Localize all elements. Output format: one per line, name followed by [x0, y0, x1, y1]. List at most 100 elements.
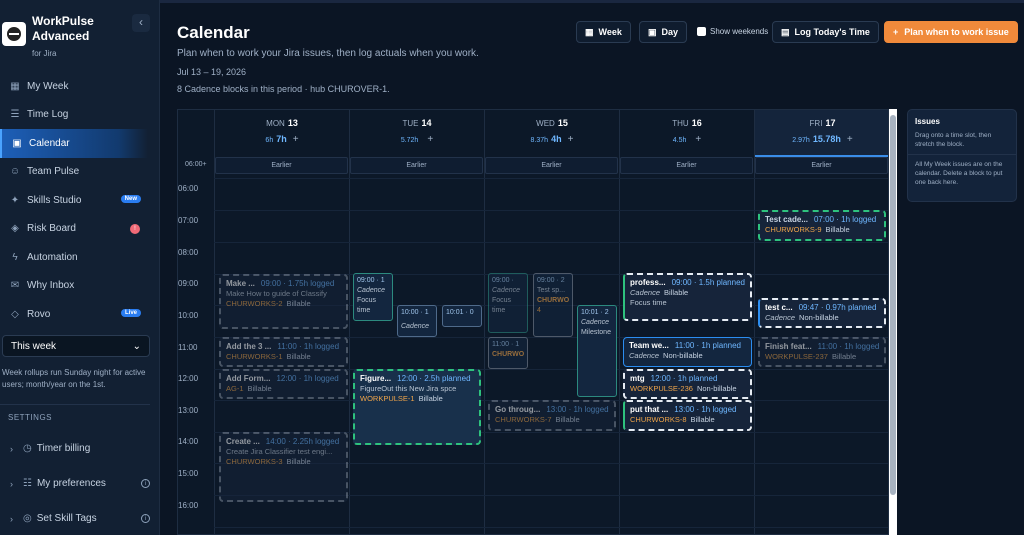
hour-line	[214, 527, 888, 528]
chevron-right-icon: ›	[10, 478, 13, 489]
add-block-icon[interactable]: +	[695, 134, 701, 145]
collapse-sidebar-button[interactable]: ‹	[132, 14, 150, 32]
calendar-event[interactable]: Make ... 09:00 · 1.75h logged Make How to…	[219, 274, 348, 329]
add-block-icon[interactable]: +	[568, 134, 574, 145]
cadence-block[interactable]: 09:00 · 1 Cadence Focus time	[353, 273, 393, 321]
divider	[908, 154, 1016, 155]
calendar-event[interactable]: put that ... 13:00 · 1h logged CHURWORKS-…	[623, 400, 752, 431]
add-block-icon[interactable]: +	[427, 134, 433, 145]
week-view-button[interactable]: ▦ Week	[576, 21, 631, 43]
bolt-icon: ϟ	[12, 251, 18, 263]
earlier-slot[interactable]: Earlier	[620, 157, 753, 174]
day-header-wed: WED 15 8.37h 4h +	[484, 110, 619, 156]
day-header-fri: FRI 17 2.97h 15.78h +	[754, 110, 888, 156]
nav-item-rovo[interactable]: ◇ Rovo Live	[0, 300, 160, 329]
calendar-event[interactable]: Finish feat... 11:00 · 1h logged WORKPULS…	[758, 337, 886, 367]
plus-icon: +	[893, 27, 899, 37]
brand-sub: for Jira	[32, 49, 57, 58]
inbox-icon: ✉	[10, 280, 20, 292]
calendar-event[interactable]: Figure... 12:00 · 2.5h planned FigureOut …	[353, 369, 481, 445]
calendar-event[interactable]: Team we... 11:00 · 1h planned Cadence Non-…	[623, 337, 752, 367]
live-badge: Live	[120, 309, 141, 317]
earlier-slot[interactable]: Earlier	[350, 157, 483, 174]
earlier-slot[interactable]: Earlier	[755, 157, 888, 174]
hour-label: 07:00	[178, 216, 199, 225]
settings-skill-tags[interactable]: › ◎ Set Skill Tags i	[10, 513, 150, 524]
cadence-block[interactable]: 10:00 · 1 Cadence	[397, 305, 437, 337]
clipboard-icon: ▤	[781, 26, 790, 37]
cadence-block[interactable]: 10:01 · 2 Cadence Milestone	[577, 305, 617, 397]
nav-item-automation[interactable]: ϟ Automation	[0, 243, 160, 272]
calendar-event[interactable]: Go throug... 13:00 · 1h logged CHURWORKS-…	[488, 400, 616, 431]
nav-item-calendar[interactable]: ▣ Calendar	[0, 129, 148, 158]
new-badge: New	[120, 195, 141, 203]
page-title: Calendar	[177, 23, 250, 42]
issues-hint: Drag onto a time slot, then stretch the …	[915, 132, 992, 148]
checkbox[interactable]	[697, 27, 706, 36]
issues-title: Issues	[915, 117, 940, 126]
hour-label: 12:00	[178, 374, 199, 383]
list-icon: ☰	[10, 109, 20, 121]
cadence-block[interactable]: 10:01 · 0	[442, 305, 482, 327]
period-summary: 8 Cadence blocks in this period · hub CH…	[177, 84, 390, 94]
cadence-block[interactable]: 09:00 · Cadence Focus time	[488, 273, 528, 333]
column-divider	[619, 110, 620, 534]
calendar-event[interactable]: Test cade... 07:00 · 1h logged CHURWORKS-…	[758, 210, 886, 241]
app-logo	[2, 22, 26, 46]
calendar-icon: ▣	[12, 137, 22, 149]
calendar-event[interactable]: mtg 12:00 · 1h planned WORKPULSE-236 Non-b…	[623, 369, 752, 399]
hour-label: 13:00	[178, 406, 199, 415]
day-header-tue: TUE 14 5.72h +	[349, 110, 484, 156]
nav-item-time-log[interactable]: ☰ Time Log	[0, 101, 160, 130]
settings-my-preferences[interactable]: › ☷ My preferences i	[10, 478, 150, 489]
calendar-event[interactable]: profess... 09:00 · 1.5h planned Cadence Bi…	[623, 273, 752, 321]
log-today-button[interactable]: ▤ Log Today's Time	[772, 21, 879, 43]
nav-item-risk-board[interactable]: ◈ Risk Board!	[0, 215, 160, 244]
calendar-grid: MON 13 6h 7h + TUE 14 5.72h + WED 15 8.37h 4h + …	[177, 109, 889, 535]
period-select[interactable]: This week ⌄	[2, 335, 150, 357]
plan-issue-button[interactable]: + Plan when to work issue	[884, 21, 1018, 43]
divider	[0, 404, 150, 405]
earlier-slot[interactable]: Earlier	[485, 157, 618, 174]
nav-item-team-pulse[interactable]: ☺ Team Pulse	[0, 158, 160, 187]
sidebar: WorkPulse Advanced for Jira ‹ ▦ My Week ☰…	[0, 0, 160, 535]
show-weekends-toggle[interactable]: Show weekends	[697, 27, 768, 36]
alert-badge: !	[130, 223, 140, 234]
info-icon[interactable]: i	[141, 479, 150, 488]
earlier-slot[interactable]: Earlier	[215, 157, 348, 174]
grid-icon: ▦	[10, 80, 20, 92]
hour-line	[214, 242, 888, 243]
hour-label: 11:00	[178, 343, 198, 352]
rovo-icon: ◇	[11, 308, 19, 320]
shield-icon: ◈	[11, 223, 19, 235]
hour-label: 10:00	[178, 311, 199, 320]
calendar-event[interactable]: test c... 09:47 · 0.97h planned Cadence No…	[758, 298, 886, 328]
chevron-left-icon: ‹	[139, 15, 143, 29]
calendar-event[interactable]: Add the 3 ... 11:00 · 1h logged CHURWORKS…	[219, 337, 348, 367]
people-icon: ☺	[9, 166, 21, 178]
scroll-thumb[interactable]	[890, 115, 896, 495]
issues-empty-note: All My Week issues are on the calendar. …	[915, 161, 1003, 186]
calendar-scrollbar[interactable]	[889, 109, 897, 535]
chevron-right-icon: ›	[10, 513, 13, 524]
nav-item-my-week[interactable]: ▦ My Week	[0, 72, 160, 101]
main-content: Calendar Plan when to work your Jira iss…	[160, 0, 1024, 535]
calendar-event[interactable]: 09:00 · 2 Test sp... CHURWO 4	[533, 273, 573, 337]
calendar-event[interactable]: Add Form... 12:00 · 1h logged AG-1 Billabl…	[219, 369, 348, 399]
hour-label: 06:00	[178, 184, 199, 193]
issues-panel: Issues Drag onto a time slot, then stret…	[907, 109, 1017, 202]
add-block-icon[interactable]: +	[293, 134, 299, 145]
settings-timer-billing[interactable]: › ◷ Timer billing	[10, 443, 150, 454]
hour-label: 14:00	[178, 437, 199, 446]
timer-icon: ◷	[23, 443, 32, 454]
hour-label: 15:00	[178, 469, 199, 478]
add-block-icon[interactable]: +	[847, 134, 853, 145]
calendar-event[interactable]: Create ... 14:00 · 2.25h logged Create Ji…	[219, 432, 348, 502]
chevron-right-icon: ›	[10, 443, 13, 454]
info-icon[interactable]: i	[141, 514, 150, 523]
nav-item-skills-studio[interactable]: ✦ Skills Studio New	[0, 186, 160, 215]
day-view-button[interactable]: ▣ Day	[639, 21, 688, 43]
calendar-event[interactable]: 11:00 · 1 CHURWO	[488, 337, 528, 369]
page-subtitle: Plan when to work your Jira issues, then…	[177, 48, 479, 59]
nav-item-why-inbox[interactable]: ✉ Why Inbox	[0, 272, 160, 301]
